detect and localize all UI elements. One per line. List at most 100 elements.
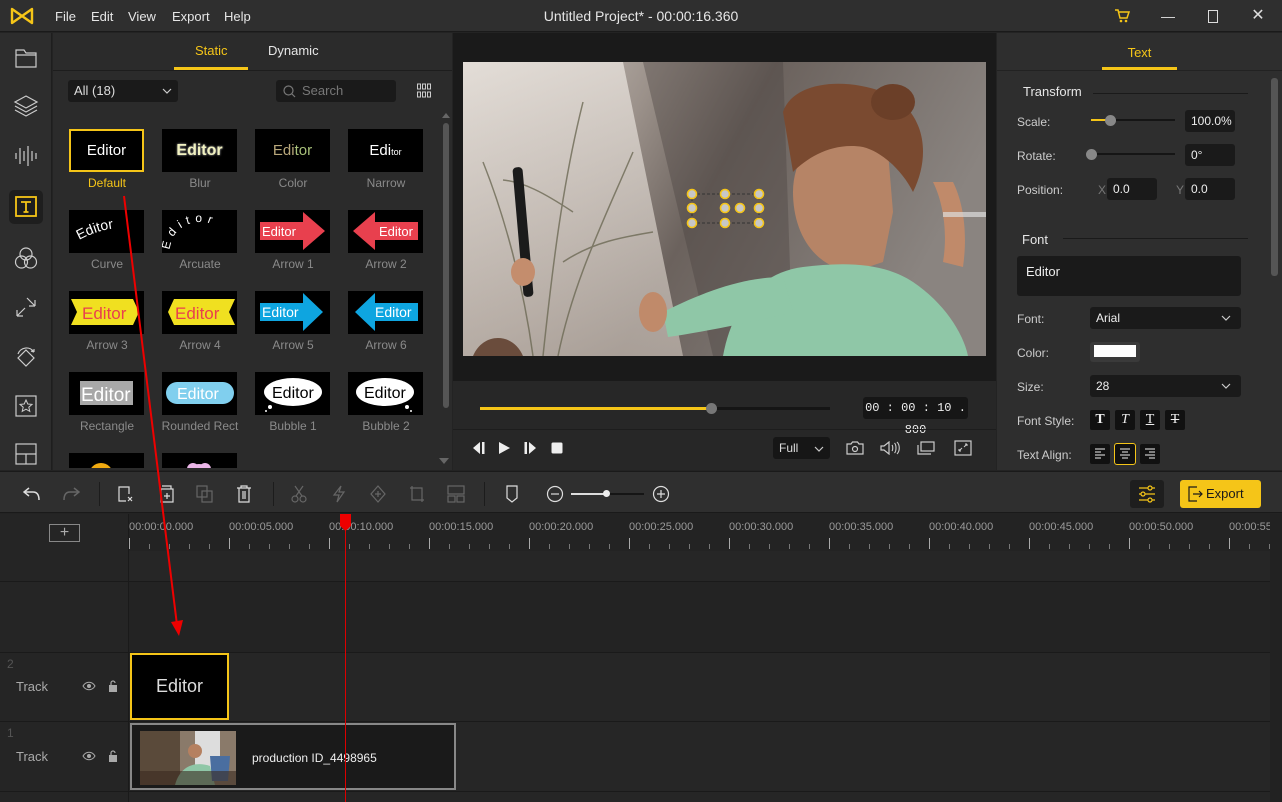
pip-button[interactable]	[916, 439, 936, 457]
properties-scrollbar[interactable]	[1271, 78, 1278, 276]
position-y-input[interactable]: 0.0	[1185, 178, 1235, 200]
undo-button[interactable]	[22, 484, 42, 504]
tab-static[interactable]: Static	[195, 43, 228, 58]
video-preview[interactable]	[463, 62, 986, 356]
delete-button[interactable]	[234, 484, 254, 504]
video-clip[interactable]: production ID_4498965	[130, 723, 456, 790]
lock-icon[interactable]	[108, 680, 118, 692]
tab-text[interactable]: Text	[1102, 45, 1177, 60]
menu-export[interactable]: Export	[172, 9, 210, 24]
sidebar-item-effects[interactable]	[9, 241, 43, 275]
search-input[interactable]: Search	[276, 80, 396, 102]
size-dropdown[interactable]: 28	[1090, 375, 1241, 397]
template-card[interactable]: Editor	[69, 372, 144, 415]
scale-slider-handle[interactable]	[1105, 114, 1117, 126]
seek-handle[interactable]	[706, 403, 717, 414]
library-scrollbar[interactable]	[443, 123, 449, 408]
text-clip[interactable]: Editor	[130, 653, 229, 720]
italic-button[interactable]: T	[1115, 410, 1135, 430]
template-card[interactable]: Editor	[69, 210, 144, 253]
font-dropdown[interactable]: Arial	[1090, 307, 1241, 329]
layout-button[interactable]	[446, 484, 466, 504]
quality-dropdown[interactable]: Full	[773, 437, 830, 459]
menu-help[interactable]: Help	[224, 9, 251, 24]
sidebar-item-text[interactable]	[9, 190, 43, 224]
bold-button[interactable]: T	[1090, 410, 1110, 430]
sidebar-item-audio[interactable]	[9, 139, 43, 173]
add-track-button[interactable]: +	[49, 524, 80, 542]
color-picker[interactable]	[1090, 342, 1140, 362]
rotate-slider-handle[interactable]	[1086, 148, 1097, 160]
playhead[interactable]	[345, 514, 346, 802]
sidebar-item-transitions[interactable]	[9, 290, 43, 324]
text-bounding-box[interactable]	[685, 187, 765, 232]
template-card[interactable]: Editor	[348, 210, 423, 253]
sidebar-item-layers[interactable]	[9, 89, 43, 123]
redo-button[interactable]	[61, 484, 81, 504]
menu-file[interactable]: File	[55, 9, 76, 24]
tab-dynamic[interactable]: Dynamic	[268, 43, 319, 58]
close-button[interactable]: ✕	[1248, 6, 1268, 26]
text-content-input[interactable]: Editor	[1017, 256, 1241, 296]
scale-input[interactable]: 100.0%	[1185, 110, 1235, 132]
sidebar-item-media[interactable]	[9, 41, 43, 75]
template-card[interactable]: Editor	[255, 372, 330, 415]
marker-button[interactable]	[502, 484, 522, 504]
add-clip-button[interactable]	[157, 484, 177, 504]
scroll-up-arrow-icon[interactable]	[442, 113, 450, 118]
template-card[interactable]: Editor	[162, 210, 237, 253]
keyframe-button[interactable]	[368, 484, 388, 504]
menu-view[interactable]: View	[128, 9, 156, 24]
template-card[interactable]: Editor	[162, 129, 237, 172]
grid-view-icon[interactable]	[417, 83, 431, 99]
template-card[interactable]	[162, 453, 237, 468]
align-center-button[interactable]	[1114, 443, 1136, 465]
eye-icon[interactable]	[82, 751, 96, 761]
lock-icon[interactable]	[108, 750, 118, 762]
zoom-slider-handle[interactable]	[603, 490, 610, 497]
template-card[interactable]: Editor	[69, 129, 144, 172]
template-card[interactable]	[69, 453, 144, 468]
volume-button[interactable]	[880, 439, 900, 457]
strikethrough-button[interactable]: T	[1165, 410, 1185, 430]
timeline-scrollbar[interactable]	[1270, 514, 1282, 802]
split-delete-button[interactable]	[116, 484, 136, 504]
timeline-settings-button[interactable]	[1130, 480, 1164, 508]
crop-button[interactable]	[407, 484, 427, 504]
template-card[interactable]: Editor	[162, 372, 237, 415]
template-card[interactable]: Editor	[255, 129, 330, 172]
category-dropdown[interactable]: All (18)	[68, 80, 178, 102]
sidebar-item-templates[interactable]	[9, 437, 43, 471]
template-card[interactable]: Editor	[255, 291, 330, 334]
cart-icon[interactable]	[1114, 8, 1130, 24]
template-card[interactable]: Editor	[255, 210, 330, 253]
zoom-out-button[interactable]	[545, 484, 565, 504]
position-x-input[interactable]: 0.0	[1107, 178, 1157, 200]
snapshot-button[interactable]	[845, 439, 865, 457]
maximize-button[interactable]	[1203, 6, 1223, 26]
scroll-down-arrow-icon[interactable]	[439, 458, 449, 464]
template-card[interactable]: Editor	[162, 291, 237, 334]
fullscreen-button[interactable]	[953, 439, 973, 457]
sidebar-item-stickers[interactable]	[9, 389, 43, 423]
sidebar-item-filters[interactable]	[9, 339, 43, 373]
template-card[interactable]: Editor	[348, 129, 423, 172]
menu-edit[interactable]: Edit	[91, 9, 113, 24]
zoom-in-button[interactable]	[651, 484, 671, 504]
scale-slider[interactable]	[1091, 114, 1175, 126]
template-card[interactable]: Editor	[348, 372, 423, 415]
template-card[interactable]: Editor	[348, 291, 423, 334]
speed-button[interactable]	[329, 484, 349, 504]
play-button[interactable]	[494, 439, 514, 457]
seek-bar[interactable]	[480, 403, 830, 414]
underline-button[interactable]: T	[1140, 410, 1160, 430]
export-button[interactable]: Export	[1180, 480, 1261, 508]
minimize-button[interactable]: —	[1158, 6, 1178, 26]
time-ruler[interactable]: 00:00:00.000 00:00:05.000 00:00:10.000 00:0…	[129, 514, 1270, 551]
rotate-slider[interactable]	[1086, 148, 1175, 160]
template-card[interactable]: Editor	[69, 291, 144, 334]
eye-icon[interactable]	[82, 681, 96, 691]
zoom-slider[interactable]	[571, 490, 644, 497]
duplicate-button[interactable]	[195, 484, 215, 504]
rotate-input[interactable]: 0°	[1185, 144, 1235, 166]
